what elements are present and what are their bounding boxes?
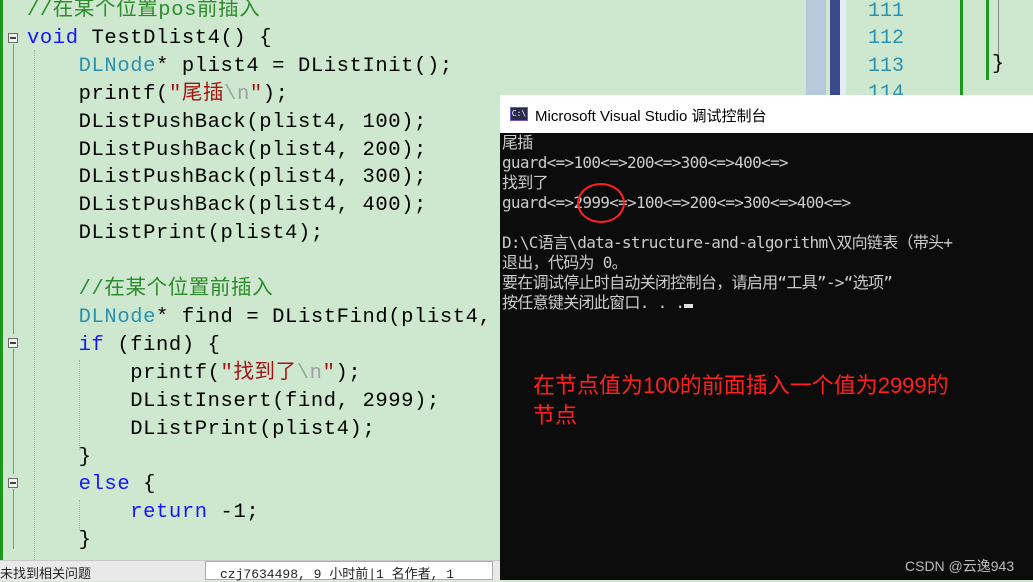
scrollbar-thumb[interactable]	[830, 0, 840, 95]
fold-guide-line	[13, 349, 14, 474]
console-line: 按任意键关闭此窗口. . .	[502, 293, 685, 312]
code-line: DListPrint(plist4);	[78, 222, 324, 246]
issues-status[interactable]: 未找到相关问题	[0, 563, 91, 582]
watermark: CSDN @云逸943	[905, 558, 1015, 574]
code-line: DListPushBack(plist4, 300);	[78, 166, 427, 190]
collapse-else-icon[interactable]	[8, 478, 18, 488]
code-line: DLNode* find = DListFind(plist4, 100);	[78, 305, 569, 329]
text-cursor	[684, 304, 694, 308]
scrollbar-edge	[840, 0, 846, 95]
code-line: DListPushBack(plist4, 100);	[78, 110, 427, 134]
console-app-icon: C:\	[510, 107, 528, 121]
change-indicator-bar	[960, 0, 963, 95]
console-line: D:\C语言\data-structure-and-algorithm\双向链表…	[502, 233, 953, 252]
console-line: 要在调试停止时自动关闭控制台，请启用“工具”->“选项”	[502, 273, 893, 292]
codelens-author-info[interactable]: czj7634498, 9 小时前|1 名作者, 1	[205, 561, 493, 582]
highlight-circle	[577, 183, 625, 223]
console-titlebar[interactable]: C:\ Microsoft Visual Studio 调试控制台	[500, 95, 1033, 133]
change-indicator-bar	[0, 0, 3, 560]
collapse-if-icon[interactable]	[8, 338, 18, 348]
code-text[interactable]: //在某个位置pos前插入 void TestDlist4() { DLNode…	[27, 0, 569, 555]
editor-gutter	[0, 0, 22, 560]
code-line: DListInsert(find, 2999);	[130, 389, 440, 413]
code-line: DListPushBack(plist4, 200);	[78, 138, 427, 162]
debug-console-window[interactable]: C:\ Microsoft Visual Studio 调试控制台 尾插 gua…	[500, 95, 1033, 580]
closing-brace: }	[992, 53, 1005, 76]
line-number: 111	[868, 0, 905, 23]
code-line: DListPushBack(plist4, 400);	[78, 194, 427, 218]
code-line: }	[78, 529, 92, 553]
code-line: //在某个位置前插入	[78, 278, 274, 302]
status-bar: 未找到相关问题 czj7634498, 9 小时前|1 名作者, 1	[0, 560, 500, 582]
collapse-function-icon[interactable]	[8, 33, 18, 43]
console-line: 退出，代码为 0。	[502, 253, 628, 272]
code-line: //在某个位置pos前插入	[27, 0, 261, 22]
console-line: 找到了	[502, 173, 549, 192]
console-line: guard<=>2999<=>100<=>200<=>300<=>400<=>	[502, 193, 851, 212]
code-line: void TestDlist4() {	[27, 26, 273, 50]
code-line: return -1;	[130, 501, 260, 525]
fold-guide-line	[13, 489, 14, 549]
console-title: Microsoft Visual Studio 调试控制台	[535, 108, 767, 125]
annotation-text: 在节点值为100的前面插入一个值为2999的 节点	[533, 371, 1023, 431]
annotation-line: 节点	[533, 403, 578, 428]
console-line: 尾插	[502, 133, 533, 152]
code-line: else {	[78, 473, 157, 497]
line-number: 113	[868, 55, 905, 78]
code-line: printf("找到了\n");	[130, 361, 362, 385]
change-indicator-bar	[986, 0, 989, 80]
code-line: DLNode* plist4 = DListInit();	[78, 54, 453, 78]
line-number: 112	[868, 27, 905, 50]
annotation-line: 在节点值为100的前面插入一个值为2999的	[533, 373, 949, 398]
console-output: 尾插 guard<=>100<=>200<=>300<=>400<=> 找到了 …	[502, 133, 953, 313]
scrollbar-track[interactable]	[806, 0, 826, 95]
code-line: printf("尾插\n");	[78, 82, 289, 106]
code-line: }	[78, 445, 92, 469]
code-line: DListPrint(plist4);	[130, 417, 376, 441]
code-line: if (find) {	[78, 333, 221, 357]
console-line: guard<=>100<=>200<=>300<=>400<=>	[502, 153, 789, 172]
fold-guide-line	[13, 44, 14, 334]
